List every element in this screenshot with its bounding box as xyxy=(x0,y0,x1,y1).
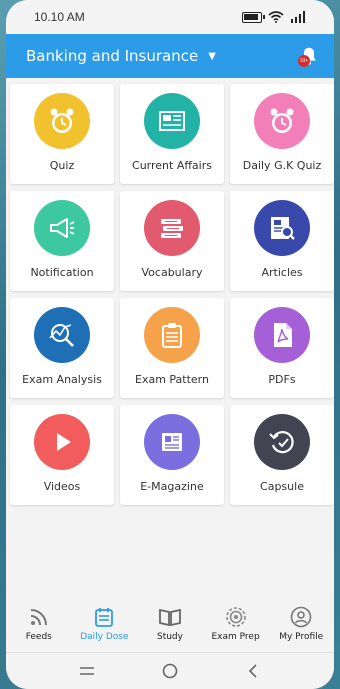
magazine-icon xyxy=(144,414,200,470)
feature-grid: Quiz Current Affairs Daily G.K Quiz Noti… xyxy=(10,84,334,505)
tile-notification[interactable]: Notification xyxy=(10,191,114,291)
nav-feeds[interactable]: Feeds xyxy=(6,598,72,648)
tile-label: Quiz xyxy=(49,159,75,172)
analysis-icon xyxy=(34,307,90,363)
tile-label: Vocabulary xyxy=(141,266,203,279)
nav-label: Exam Prep xyxy=(211,631,260,642)
clipboard-icon xyxy=(144,307,200,363)
app-title: Banking and Insurance xyxy=(26,47,199,65)
notification-button[interactable]: 10+ xyxy=(298,45,320,67)
nav-label: My Profile xyxy=(279,631,324,642)
tile-label: E-Magazine xyxy=(140,480,204,493)
tile-exam-pattern[interactable]: Exam Pattern xyxy=(120,298,224,398)
rss-icon xyxy=(30,608,47,625)
tile-label: Capsule xyxy=(260,480,304,493)
profile-icon xyxy=(290,606,312,627)
caret-down-icon: ▼ xyxy=(208,50,216,62)
calendar-icon xyxy=(95,607,114,627)
tile-articles[interactable]: Articles xyxy=(230,191,334,291)
tile-label: Current Affairs xyxy=(132,159,212,172)
tile-label: Notification xyxy=(30,266,94,279)
books-icon xyxy=(144,200,200,256)
recents-icon[interactable] xyxy=(78,662,96,680)
tile-pdfs[interactable]: PDFs xyxy=(230,298,334,398)
status-icons xyxy=(242,11,306,23)
article-search-icon xyxy=(254,200,310,256)
bottom-navigation: Feeds Daily Dose Study Exam Prep My Prof… xyxy=(6,598,334,648)
pdf-icon xyxy=(254,307,310,363)
tile-label: PDFs xyxy=(268,373,296,386)
tile-quiz[interactable]: Quiz xyxy=(10,84,114,184)
tile-label: Daily G.K Quiz xyxy=(242,159,322,172)
target-icon xyxy=(225,606,246,627)
home-icon[interactable] xyxy=(161,662,179,680)
alarm-clock-icon xyxy=(254,93,310,149)
nav-exam-prep[interactable]: Exam Prep xyxy=(203,598,269,648)
nav-study[interactable]: Study xyxy=(137,598,203,648)
nav-daily-dose[interactable]: Daily Dose xyxy=(72,598,138,648)
tile-label: Videos xyxy=(43,480,81,493)
book-open-icon xyxy=(159,608,181,626)
back-icon[interactable] xyxy=(244,662,262,680)
tile-exam-analysis[interactable]: Exam Analysis xyxy=(10,298,114,398)
signal-icon xyxy=(291,11,305,23)
battery-icon xyxy=(242,11,265,23)
tile-label: Articles xyxy=(261,266,303,279)
nav-label: Feeds xyxy=(25,631,52,642)
alarm-clock-icon xyxy=(34,93,90,149)
status-time: 10.10 AM xyxy=(34,10,85,24)
megaphone-icon xyxy=(34,200,90,256)
tile-daily-gk-quiz[interactable]: Daily G.K Quiz xyxy=(230,84,334,184)
nav-label: Study xyxy=(156,631,183,642)
tile-videos[interactable]: Videos xyxy=(10,405,114,505)
app-bar: Banking and Insurance ▼ 10+ xyxy=(6,34,334,78)
tile-e-magazine[interactable]: E-Magazine xyxy=(120,405,224,505)
category-selector[interactable]: Banking and Insurance ▼ xyxy=(26,47,216,65)
newspaper-icon xyxy=(144,93,200,149)
history-icon xyxy=(254,414,310,470)
phone-screen: 10.10 AM Banking and Insurance ▼ 10+ Qui… xyxy=(6,0,334,689)
status-bar: 10.10 AM xyxy=(6,0,334,34)
notification-badge: 10+ xyxy=(298,55,310,67)
system-navigation xyxy=(6,652,334,689)
tile-label: Exam Pattern xyxy=(135,373,209,386)
wifi-icon xyxy=(268,11,284,23)
nav-label: Daily Dose xyxy=(80,631,129,642)
tile-capsule[interactable]: Capsule xyxy=(230,405,334,505)
nav-my-profile[interactable]: My Profile xyxy=(268,598,334,648)
tile-label: Exam Analysis xyxy=(22,373,102,386)
tile-current-affairs[interactable]: Current Affairs xyxy=(120,84,224,184)
play-icon xyxy=(34,414,90,470)
tile-vocabulary[interactable]: Vocabulary xyxy=(120,191,224,291)
